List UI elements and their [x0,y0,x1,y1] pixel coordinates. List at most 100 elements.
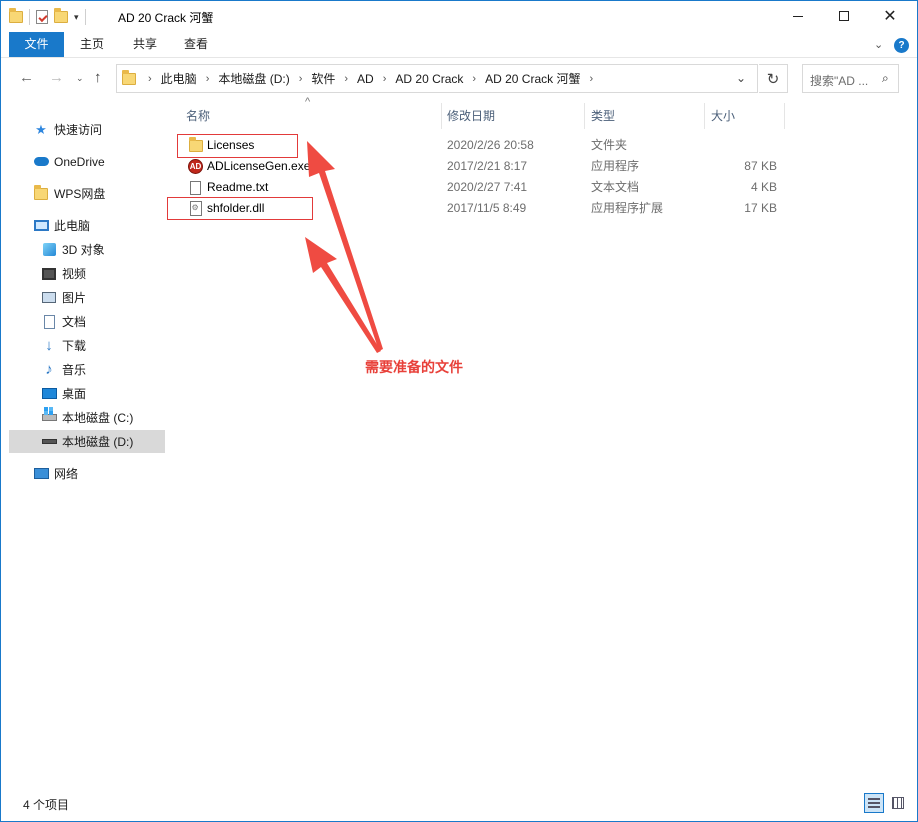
recent-locations-chevron-icon[interactable]: ⌄ [76,73,84,84]
up-arrow-icon[interactable]: ↑ [94,69,102,86]
breadcrumb-item[interactable]: 本地磁盘 (D:) [218,70,289,87]
window-title: AD 20 Crack 河蟹 [118,11,214,25]
breadcrumb-chevron-icon[interactable]: › [139,73,161,85]
large-icons-view-button[interactable] [888,793,908,813]
customize-toolbar-chevron-icon[interactable]: ▾ [74,12,79,23]
nav-item-documents[interactable]: 文档 [9,310,165,333]
exe-icon: AD [188,159,203,174]
nav-item-drive-c[interactable]: 本地磁盘 (C:) [9,406,165,429]
tab-view[interactable]: 查看 [173,32,219,57]
file-size: 4 KB [750,180,777,194]
file-date: 2017/11/5 8:49 [447,201,527,215]
computer-icon [33,218,49,234]
search-input[interactable]: 搜索"AD ... ⌕ [802,64,899,93]
breadcrumb-chevron-icon[interactable]: › [197,73,219,85]
drive-icon [41,407,57,426]
folder-icon[interactable] [9,8,23,23]
breadcrumb-chevron-icon[interactable]: › [580,73,602,85]
file-row-adlicensegen[interactable]: AD ADLicenseGen.exe 2017/2/21 8:17 应用程序 … [177,156,785,177]
toolbar-divider [29,9,30,25]
nav-item-drive-d[interactable]: 本地磁盘 (D:) [9,430,165,453]
breadcrumb-chevron-icon[interactable]: › [374,73,396,85]
cube-icon [41,242,57,258]
arrow-to-shfolder [305,237,381,353]
nav-item-music[interactable]: ♪ 音乐 [9,358,165,381]
item-count: 4 个项目 [23,798,70,812]
nav-item-label: 本地磁盘 (D:) [62,435,134,449]
close-icon: ✕ [883,8,897,25]
breadcrumb-chevron-icon[interactable]: › [463,73,485,85]
title-bar: ▾ AD 20 Crack 河蟹 ✕ [1,1,917,32]
document-icon [41,314,57,330]
breadcrumb: › 此电脑 › 本地磁盘 (D:) › 软件 › AD › AD 20 Crac… [139,65,602,92]
desktop-icon [41,386,57,402]
file-row-readme[interactable]: Readme.txt 2020/2/27 7:41 文本文档 4 KB [177,177,785,198]
maximize-icon [839,11,849,21]
file-name: ADLicenseGen.exe [207,159,311,173]
address-history-chevron-icon[interactable]: ⌄ [736,71,746,85]
new-folder-icon[interactable] [54,8,68,23]
refresh-button[interactable]: ↻ [759,64,788,93]
ribbon-tabs: 文件 主页 共享 查看 ⌄ ? [1,32,917,58]
properties-icon[interactable] [36,10,48,24]
nav-item-label: 视频 [62,267,87,281]
column-header-date[interactable]: 修改日期 [447,103,583,129]
nav-item-videos[interactable]: 视频 [9,262,165,285]
column-divider[interactable] [784,103,785,129]
close-button[interactable]: ✕ [867,1,913,31]
explorer-window: ▾ AD 20 Crack 河蟹 ✕ 文件 主页 共享 查看 ⌄ ? ← → ⌄… [0,0,918,822]
expand-ribbon-chevron-icon[interactable]: ⌄ [874,38,883,51]
picture-icon [41,290,57,306]
nav-item-this-pc[interactable]: 此电脑 [9,214,165,237]
file-date: 2020/2/26 20:58 [447,138,534,152]
column-divider[interactable] [441,103,442,129]
nav-item-label: OneDrive [54,154,105,169]
music-icon: ♪ [45,361,53,378]
address-bar[interactable]: › 此电脑 › 本地磁盘 (D:) › 软件 › AD › AD 20 Crac… [116,64,758,93]
minimize-icon [793,15,803,17]
tab-share[interactable]: 共享 [122,32,168,57]
nav-item-downloads[interactable]: ↓ 下载 [9,334,165,357]
column-header-type[interactable]: 类型 [591,103,704,129]
back-arrow-icon[interactable]: ← [19,69,34,86]
drive-icon [41,434,57,450]
nav-item-label: 音乐 [62,363,87,377]
search-icon[interactable]: ⌕ [882,71,889,86]
breadcrumb-item[interactable]: AD 20 Crack [395,72,463,86]
nav-item-3d-objects[interactable]: 3D 对象 [9,238,165,261]
breadcrumb-item[interactable]: AD [357,72,374,86]
help-icon[interactable]: ? [894,38,909,53]
nav-item-network[interactable]: 网络 [9,462,165,485]
text-file-icon [188,180,203,195]
breadcrumb-item[interactable]: 软件 [311,70,335,87]
nav-item-wps-drive[interactable]: WPS网盘 [9,182,165,205]
quick-access-toolbar: ▾ [9,7,86,27]
file-size [707,135,777,156]
nav-item-label: 本地磁盘 (C:) [62,411,134,425]
nav-item-desktop[interactable]: 桌面 [9,382,165,405]
column-header-name[interactable]: 名称 [186,103,441,129]
nav-item-onedrive[interactable]: OneDrive [9,150,165,173]
breadcrumb-item[interactable]: AD 20 Crack 河蟹 [485,70,580,87]
tab-file[interactable]: 文件 [9,32,64,57]
breadcrumb-item[interactable]: 此电脑 [161,70,197,87]
forward-arrow-icon[interactable]: → [49,69,64,86]
column-header-size[interactable]: 大小 [711,103,784,129]
column-divider[interactable] [704,103,705,129]
details-view-icon [868,798,880,808]
file-size: 87 KB [744,159,777,173]
breadcrumb-chevron-icon[interactable]: › [335,73,357,85]
breadcrumb-chevron-icon[interactable]: › [290,73,312,85]
file-size: 17 KB [744,201,777,215]
tab-home[interactable]: 主页 [69,32,115,57]
navigation-row: ← → ⌄ ↑ › 此电脑 › 本地磁盘 (D:) › 软件 › AD › AD… [1,59,917,99]
column-divider[interactable] [584,103,585,129]
search-placeholder: 搜索"AD ... [810,74,869,88]
details-view-button[interactable] [864,793,884,813]
nav-item-quick-access[interactable]: ★ 快速访问 [9,118,165,141]
maximize-button[interactable] [821,1,867,31]
annotation-label: 需要准备的文件 [365,359,463,375]
minimize-button[interactable] [775,1,821,31]
highlight-box-licenses [177,134,298,158]
nav-item-pictures[interactable]: 图片 [9,286,165,309]
